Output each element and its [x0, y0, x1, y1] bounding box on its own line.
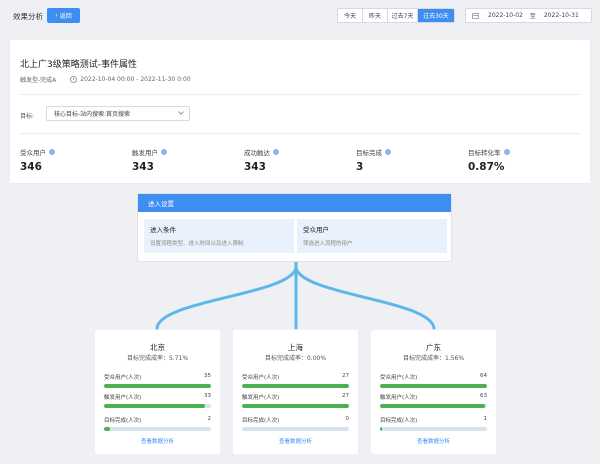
entry-condition-desc: 设置流程类型、进入时间以及进入限制	[150, 241, 244, 247]
stat-value: 27	[342, 393, 349, 399]
progress-fill	[242, 384, 349, 388]
progress-fill	[380, 404, 486, 408]
region-name: 上海	[288, 343, 303, 352]
stat-row: 触发用户(人次) 27	[242, 393, 349, 408]
view-analysis-link[interactable]: 查看数据分析	[95, 437, 220, 445]
progress-track	[104, 384, 211, 388]
entry-audience-title: 受众用户	[303, 226, 329, 234]
progress-fill	[104, 384, 211, 388]
connector-right	[294, 266, 436, 330]
progress-track	[104, 427, 211, 431]
stat-value: 2	[207, 416, 212, 422]
stat-label: 目标完成(人次)	[104, 418, 142, 424]
stat-row: 目标完成(人次) 2	[104, 416, 211, 431]
stat-label: 触发用户(人次)	[104, 395, 142, 401]
progress-fill	[380, 384, 487, 388]
entry-condition-cell[interactable]: 进入条件 设置流程类型、进入时间以及进入限制	[144, 219, 294, 253]
progress-fill	[380, 427, 382, 431]
progress-fill	[104, 427, 111, 431]
region-goal-rate: 目标完成成率：1.56%	[402, 355, 465, 362]
stat-value: 27	[342, 373, 349, 379]
region-card-guangdong: 广东 目标完成成率：1.56% 受众用户(人次) 64 触发用户(人次) 63 目标…	[371, 330, 496, 454]
progress-fill	[242, 404, 349, 408]
region-goal-rate: 目标完成成率：0.00%	[264, 355, 327, 362]
entry-audience-desc: 筛选进入流程的用户	[303, 241, 353, 247]
stat-label: 目标完成(人次)	[380, 418, 418, 424]
stat-label: 目标完成(人次)	[242, 418, 280, 424]
progress-track	[242, 404, 349, 408]
stat-label: 受众用户(人次)	[242, 375, 280, 381]
stat-label: 触发用户(人次)	[242, 395, 280, 401]
connector-left	[155, 266, 298, 330]
stat-value: 63	[480, 393, 487, 399]
progress-track	[242, 427, 349, 431]
region-goal-rate: 目标完成成率：5.71%	[126, 355, 189, 362]
view-analysis-link[interactable]: 查看数据分析	[371, 437, 496, 445]
stat-label: 受众用户(人次)	[104, 375, 142, 381]
progress-track	[380, 427, 487, 431]
region-name: 广东	[426, 343, 441, 352]
stat-row: 受众用户(人次) 35	[104, 373, 211, 388]
stat-row: 受众用户(人次) 64	[380, 373, 487, 388]
entry-settings-panel: 进入设置 进入条件 设置流程类型、进入时间以及进入限制 受众用户 筛选进入流程的…	[137, 193, 452, 262]
stat-label: 受众用户(人次)	[380, 375, 418, 381]
progress-track	[380, 404, 487, 408]
stat-value: 1	[483, 416, 488, 422]
region-card-beijing: 北京 目标完成成率：5.71% 受众用户(人次) 35 触发用户(人次) 33 目标…	[95, 330, 220, 454]
stat-row: 受众用户(人次) 27	[242, 373, 349, 388]
progress-track	[104, 404, 211, 408]
stat-value: 35	[204, 373, 211, 379]
stat-row: 目标完成(人次) 0	[242, 416, 349, 431]
progress-track	[242, 384, 349, 388]
view-analysis-link[interactable]: 查看数据分析	[233, 437, 358, 445]
entry-audience-cell[interactable]: 受众用户 筛选进入流程的用户	[297, 219, 447, 253]
progress-track	[380, 384, 487, 388]
stat-value: 0	[345, 416, 350, 422]
stat-row: 触发用户(人次) 33	[104, 393, 211, 408]
entry-condition-title: 进入条件	[150, 226, 176, 234]
stat-value: 33	[204, 393, 211, 399]
entry-settings-title: 进入设置	[138, 194, 451, 212]
stat-label: 触发用户(人次)	[380, 395, 418, 401]
progress-fill	[104, 404, 205, 408]
region-name: 北京	[150, 343, 165, 352]
stat-row: 触发用户(人次) 63	[380, 393, 487, 408]
region-card-shanghai: 上海 目标完成成率：0.00% 受众用户(人次) 27 触发用户(人次) 27 目标…	[233, 330, 358, 454]
stat-value: 64	[480, 373, 487, 379]
stat-row: 目标完成(人次) 1	[380, 416, 487, 431]
